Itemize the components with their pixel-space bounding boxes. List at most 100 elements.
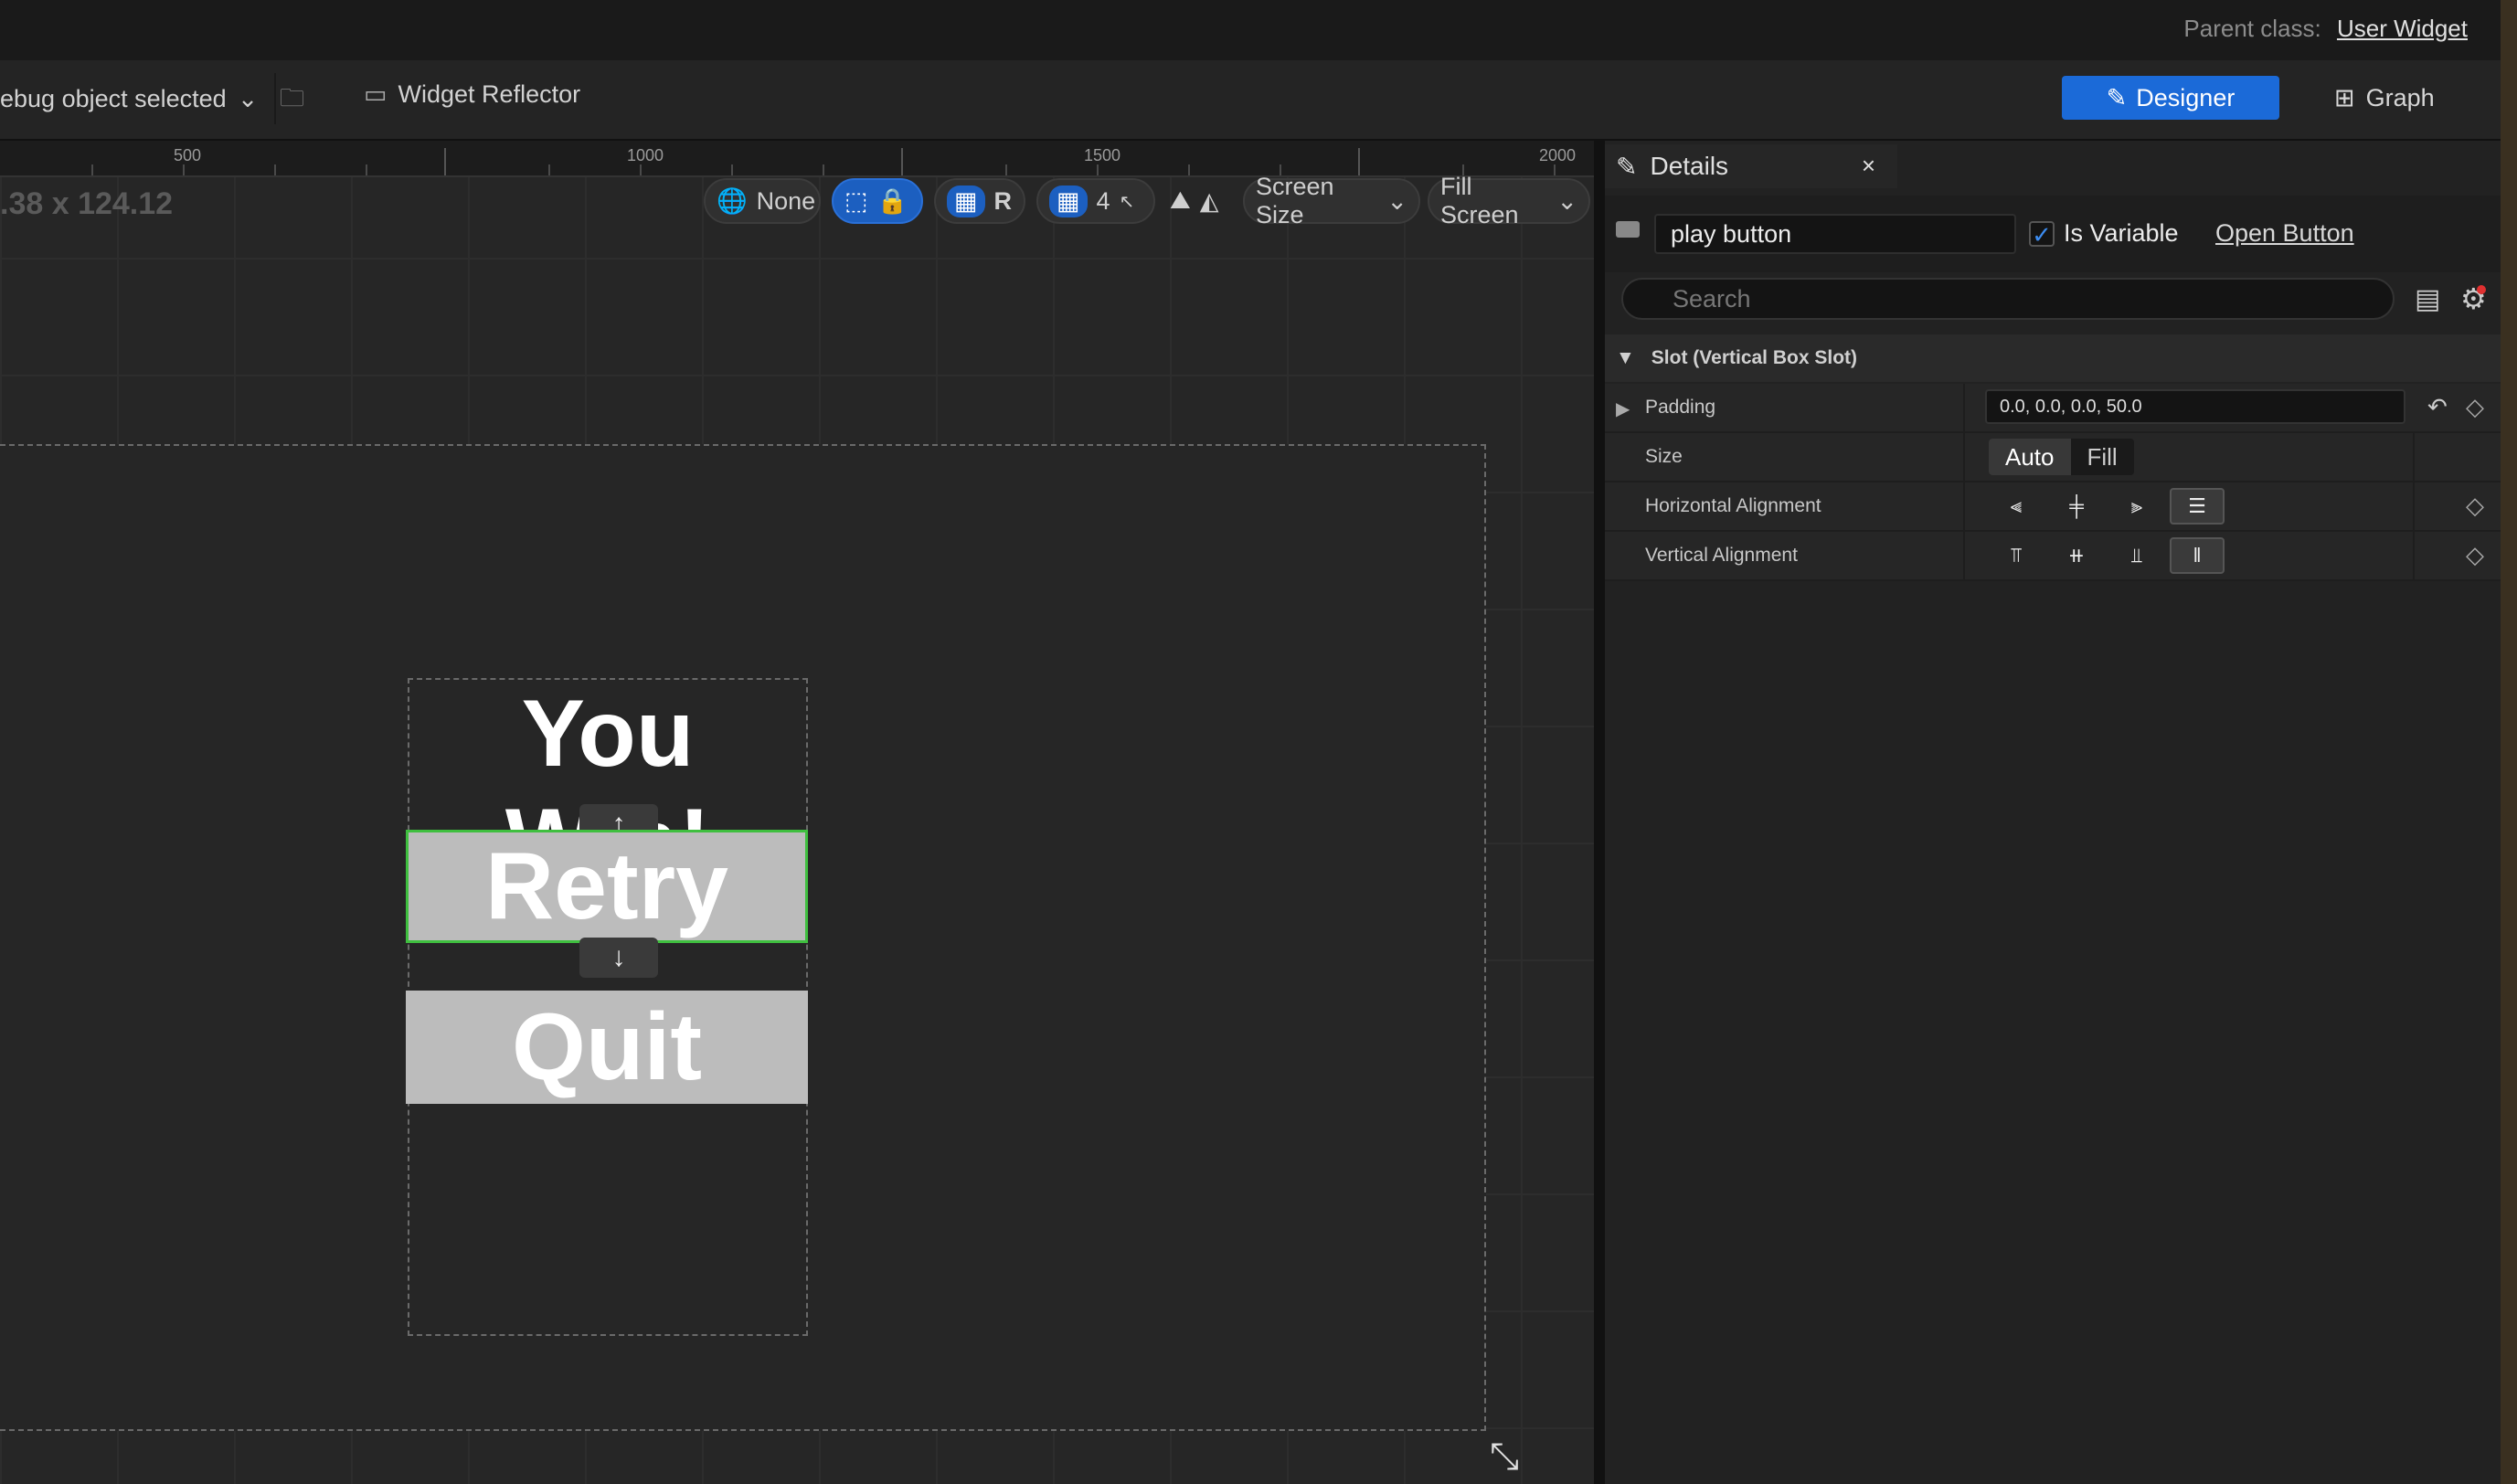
localization-preview-button[interactable]: 🌐 None xyxy=(704,178,821,224)
quit-button[interactable]: Quit xyxy=(406,991,808,1104)
ruler-tick xyxy=(731,164,733,175)
debug-filter-button[interactable]: 🗀 xyxy=(280,80,304,122)
brush-icon: ✎ xyxy=(2106,83,2128,111)
open-button-link[interactable]: Open Button xyxy=(2215,219,2354,248)
fill-screen-dropdown[interactable]: Fill Screen ⌄ xyxy=(1428,173,1590,228)
size-auto-option[interactable]: Auto xyxy=(1989,439,2071,475)
move-down-button[interactable]: ↓ xyxy=(579,938,658,978)
grid-snap-value: 4 xyxy=(1096,186,1110,215)
designer-mode-button[interactable]: ✎ Designer xyxy=(2062,76,2279,120)
chevron-down-icon: ⌄ xyxy=(237,84,259,112)
graph-label: Graph xyxy=(2365,83,2435,111)
is-variable-checkbox[interactable]: ✓ Is Variable xyxy=(2029,219,2179,248)
checkbox-checked-icon: ✓ xyxy=(2029,220,2055,247)
monitor-icon: ▭ xyxy=(364,80,388,108)
mountain-icon: ⛰ xyxy=(1170,186,1191,214)
widget-name-row: play button ✓ Is Variable Open Button xyxy=(1605,196,2501,272)
is-variable-label: Is Variable xyxy=(2064,219,2179,247)
ruler-tick xyxy=(1554,164,1556,175)
horizontal-alignment-label: Horizontal Alignment xyxy=(1645,495,1821,516)
parent-class-info: Parent class: User Widget xyxy=(2183,15,2468,43)
collapse-arrow-icon: ▼ xyxy=(1616,347,1635,368)
debug-object-dropdown[interactable]: ebug object selected ⌄ xyxy=(0,73,277,124)
panel-splitter[interactable] xyxy=(1594,141,1605,1484)
details-search-input[interactable]: Search xyxy=(1621,278,2395,320)
size-toggle: Auto Fill xyxy=(1989,439,2134,475)
cursor-icon: ↖ xyxy=(1119,191,1135,212)
pencil-icon: ✎ xyxy=(1616,152,1638,181)
screen-size-label: Screen Size xyxy=(1256,173,1334,228)
widget-name-input[interactable]: play button xyxy=(1654,214,2016,254)
ruler-tick xyxy=(91,164,93,175)
lock-icon: 🔒 xyxy=(876,187,908,215)
align-fill-vertical-icon[interactable]: ‖ xyxy=(2170,537,2225,574)
ruler-tick xyxy=(1097,164,1099,175)
size-fill-option[interactable]: Fill xyxy=(2071,439,2134,475)
graph-mode-button[interactable]: ⊞ Graph xyxy=(2334,76,2435,120)
fill-screen-label: Fill Screen xyxy=(1440,173,1519,228)
location-grid-icon: ▦ xyxy=(947,185,985,217)
expand-arrow-icon[interactable]: ▶ xyxy=(1616,398,1630,420)
window-edge xyxy=(2501,0,2517,1484)
parent-class-link[interactable]: User Widget xyxy=(2337,15,2468,42)
close-icon[interactable]: × xyxy=(1862,152,1875,180)
localization-value: None xyxy=(756,186,816,215)
details-tab-label: Details xyxy=(1650,152,1729,180)
column-divider xyxy=(1963,532,1965,579)
padding-input[interactable]: 0.0, 0.0, 0.0, 50.0 xyxy=(1985,389,2405,424)
reset-to-default-icon[interactable]: ↶ xyxy=(2427,393,2448,421)
ruler-tick xyxy=(1188,164,1190,175)
ruler-label: 2000 xyxy=(1539,146,1577,164)
parent-class-label: Parent class: xyxy=(2183,15,2321,42)
keyframe-diamond-icon[interactable]: ◇ xyxy=(2466,393,2484,421)
ruler-label: 1000 xyxy=(627,146,664,164)
screen-size-dropdown[interactable]: Screen Size ⌄ xyxy=(1243,173,1420,228)
graph-nodes-icon: ⊞ xyxy=(2334,83,2355,111)
notification-dot xyxy=(2477,285,2486,294)
chevron-down-icon: ⌄ xyxy=(1386,186,1407,215)
align-bottom-icon[interactable]: ⫫ xyxy=(2109,537,2164,574)
title-bar xyxy=(0,0,2517,60)
select-lock-toggle[interactable]: ⬚ 🔒 xyxy=(832,178,923,224)
view-options[interactable]: ⛰ ◭ xyxy=(1159,178,1241,224)
designer-canvas[interactable]: 500 1000 1500 2000 .38 x 124.12 🌐 None ⬚… xyxy=(0,141,1594,1484)
toolbar: ebug object selected ⌄ 🗀 ▭ Widget Reflec… xyxy=(0,60,2501,141)
widget-reflector-button[interactable]: ▭ Widget Reflector xyxy=(364,80,580,109)
slot-section-header[interactable]: ▼ Slot (Vertical Box Slot) xyxy=(1605,334,2501,382)
resize-handle-icon[interactable]: ⤡ xyxy=(1490,1436,1519,1478)
grid-snap-control[interactable]: ▦ 4 ↖ xyxy=(1036,178,1155,224)
align-fill-horizontal-icon[interactable]: ☰ xyxy=(2170,488,2225,525)
table-view-icon[interactable]: ▤ xyxy=(2415,283,2440,315)
button-widget-icon xyxy=(1616,221,1640,238)
ruler-tick xyxy=(183,164,185,175)
column-divider xyxy=(1963,433,1965,481)
selection-size-readout: .38 x 124.12 xyxy=(0,186,174,221)
ruler-label: 1500 xyxy=(1084,146,1121,164)
retry-button[interactable]: Retry xyxy=(406,830,808,943)
widget-reflector-label: Widget Reflector xyxy=(398,80,581,108)
marquee-select-icon: ⬚ xyxy=(844,186,868,215)
align-middle-icon[interactable]: ⧺ xyxy=(2049,537,2104,574)
horizontal-alignment-buttons: ⫷ ╪ ⫸ ☰ xyxy=(1989,488,2225,525)
keyframe-diamond-icon[interactable]: ◇ xyxy=(2466,541,2484,569)
ruler-tick xyxy=(1005,164,1007,175)
ruler-tick xyxy=(366,164,367,175)
column-divider xyxy=(2413,433,2415,481)
align-center-icon[interactable]: ╪ xyxy=(2049,488,2104,525)
keyframe-diamond-icon[interactable]: ◇ xyxy=(2466,492,2484,520)
align-top-icon[interactable]: ⫪ xyxy=(1989,537,2044,574)
ruler-tick xyxy=(901,148,903,175)
align-right-icon[interactable]: ⫸ xyxy=(2109,488,2164,525)
align-left-icon[interactable]: ⫷ xyxy=(1989,488,2044,525)
chevron-down-icon: ⌄ xyxy=(1556,186,1577,215)
ruler-tick xyxy=(274,164,276,175)
padding-label: Padding xyxy=(1645,397,1716,418)
ruler-tick xyxy=(548,164,550,175)
debug-object-label: ebug object selected xyxy=(0,84,227,112)
details-tab[interactable]: ✎ Details × xyxy=(1605,144,1897,188)
vertical-alignment-label: Vertical Alignment xyxy=(1645,545,1798,566)
section-title: Slot (Vertical Box Slot) xyxy=(1651,347,1858,368)
location-rotation-toggle[interactable]: ▦ R xyxy=(934,178,1025,224)
padding-row: ▶ Padding 0.0, 0.0, 0.0, 50.0 ↶ ◇ xyxy=(1605,384,2501,433)
vertical-alignment-buttons: ⫪ ⧺ ⫫ ‖ xyxy=(1989,537,2225,574)
